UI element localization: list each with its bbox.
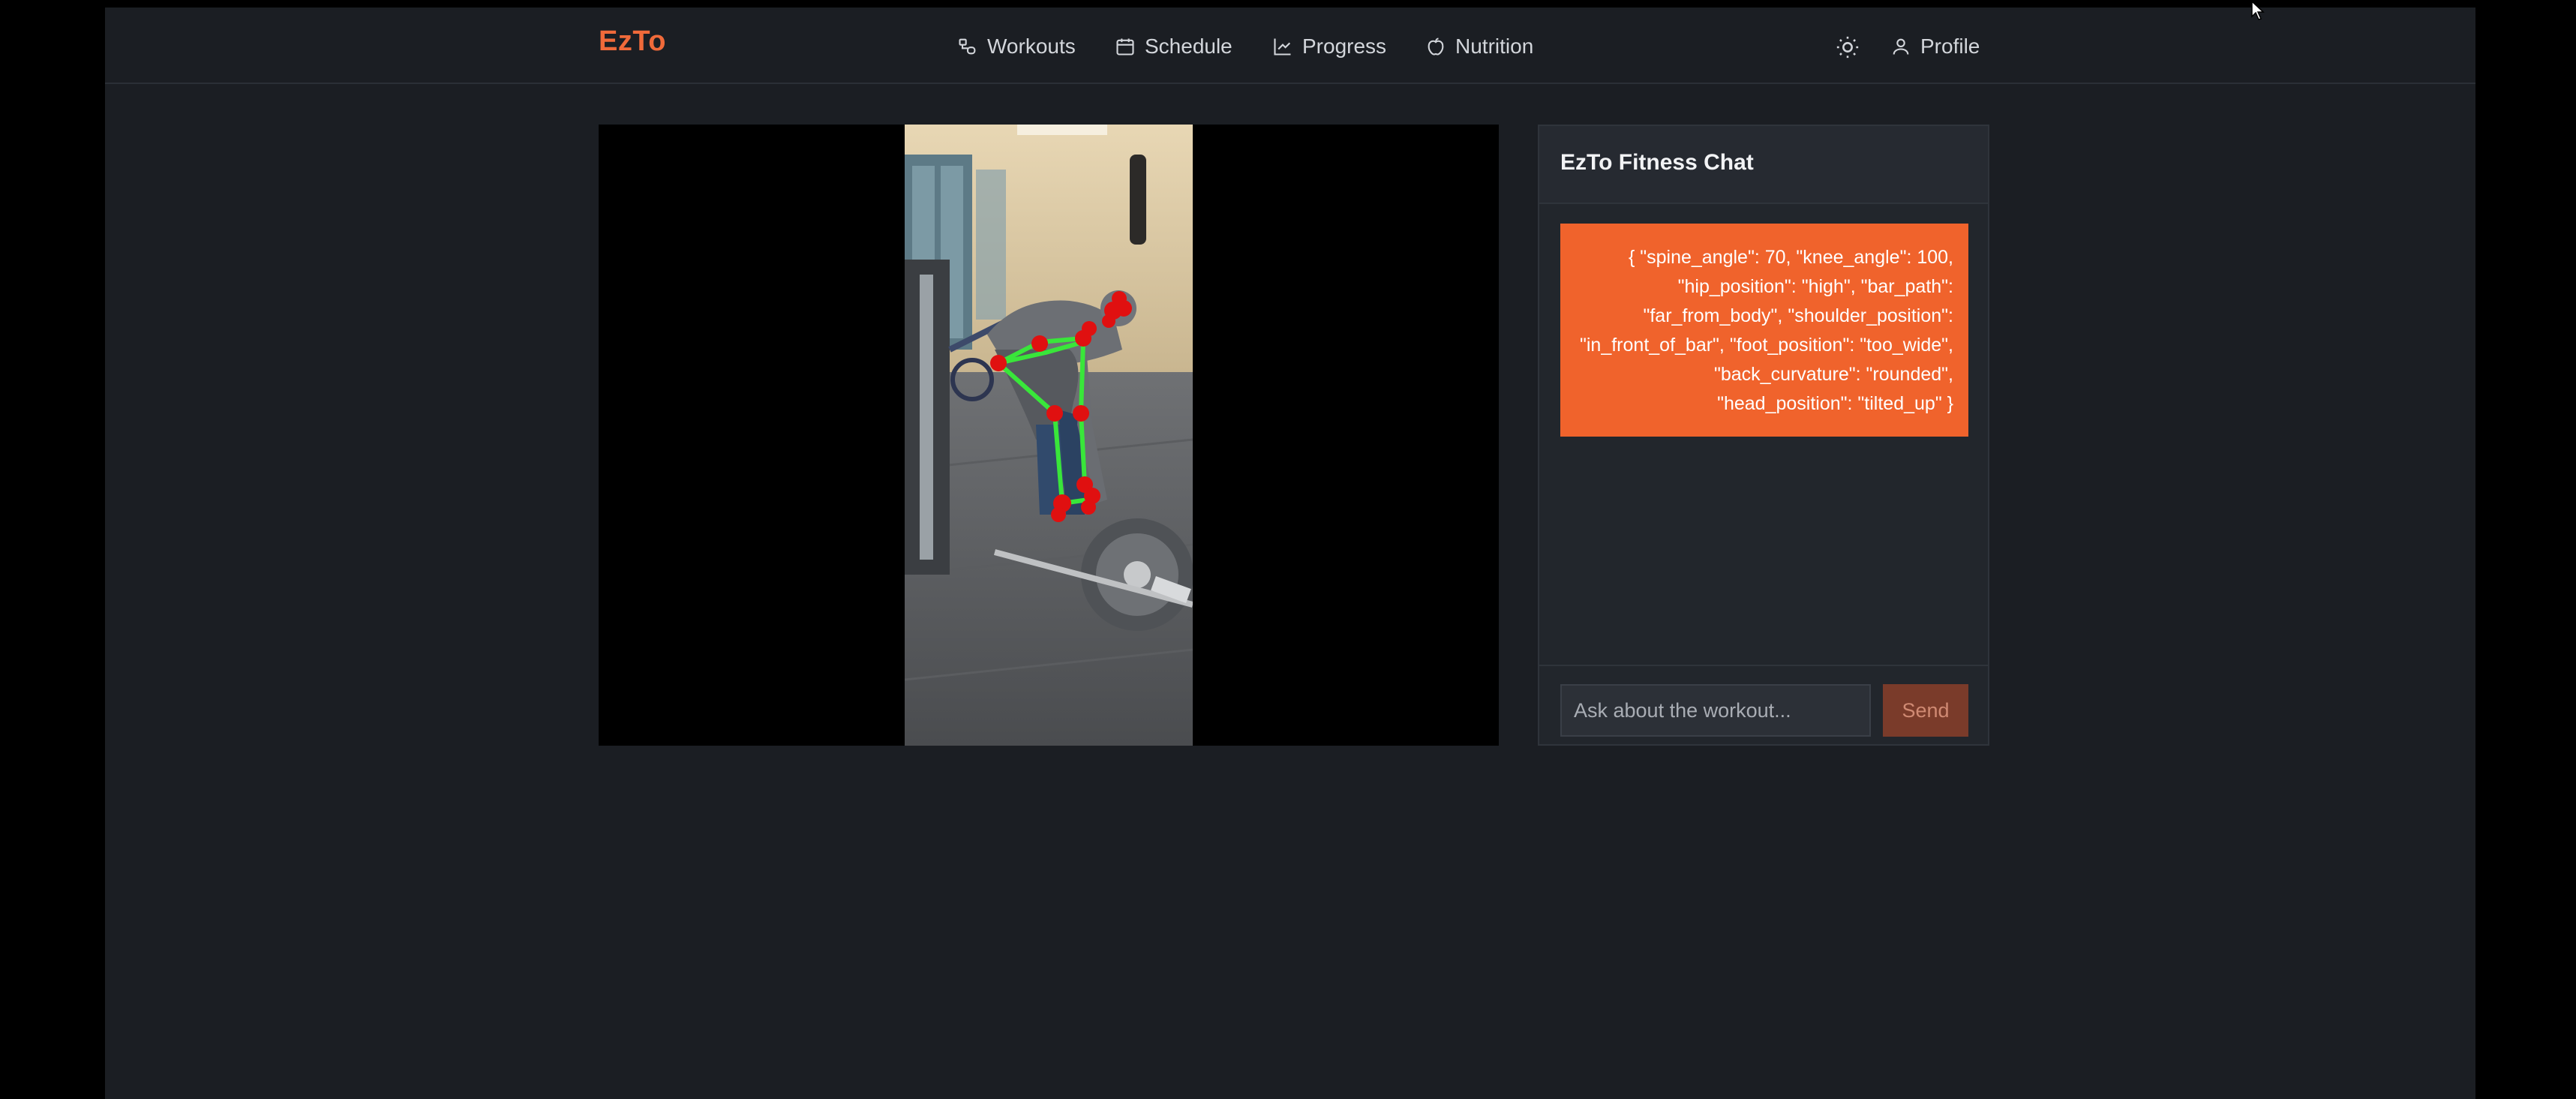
chat-title: EzTo Fitness Chat: [1560, 150, 1754, 175]
chat-header: EzTo Fitness Chat: [1539, 126, 1988, 204]
nav-workouts-label: Workouts: [987, 35, 1076, 58]
nav-nutrition[interactable]: Nutrition: [1425, 32, 1533, 62]
chat-input[interactable]: [1560, 684, 1871, 737]
app-window: EzTo Workouts Schedule Progress Nutritio…: [105, 8, 2475, 1099]
nav-nutrition-label: Nutrition: [1455, 35, 1534, 58]
nav-profile[interactable]: Profile: [1890, 32, 1980, 62]
nav-schedule[interactable]: Schedule: [1115, 32, 1232, 62]
top-navbar: EzTo Workouts Schedule Progress Nutritio…: [105, 8, 2475, 84]
video-player[interactable]: [599, 125, 1499, 746]
nav-schedule-label: Schedule: [1145, 35, 1232, 58]
chat-message-list[interactable]: { "spine_angle": 70, "knee_angle": 100, …: [1539, 204, 1988, 663]
mouse-cursor-icon: [2251, 0, 2265, 20]
user-icon: [1893, 38, 1909, 55]
pose-video-image: [905, 125, 1193, 746]
nav-progress[interactable]: Progress: [1272, 32, 1386, 62]
calendar-icon: [1116, 38, 1134, 56]
send-button[interactable]: Send: [1883, 684, 1968, 737]
chat-panel: EzTo Fitness Chat { "spine_angle": 70, "…: [1538, 125, 1989, 746]
nav-profile-label: Profile: [1920, 35, 1980, 58]
nav-workouts[interactable]: Workouts: [957, 32, 1076, 62]
workouts-icon: [959, 38, 976, 55]
video-frame: [905, 125, 1193, 746]
apple-icon: [1428, 38, 1444, 56]
chat-message-bubble: { "spine_angle": 70, "knee_angle": 100, …: [1560, 224, 1968, 437]
sun-icon[interactable]: [1835, 35, 1860, 60]
brand-logo[interactable]: EzTo: [599, 26, 666, 58]
chart-line-icon: [1274, 38, 1291, 56]
nav-progress-label: Progress: [1302, 35, 1387, 58]
chat-input-bar: Send: [1539, 665, 1988, 744]
